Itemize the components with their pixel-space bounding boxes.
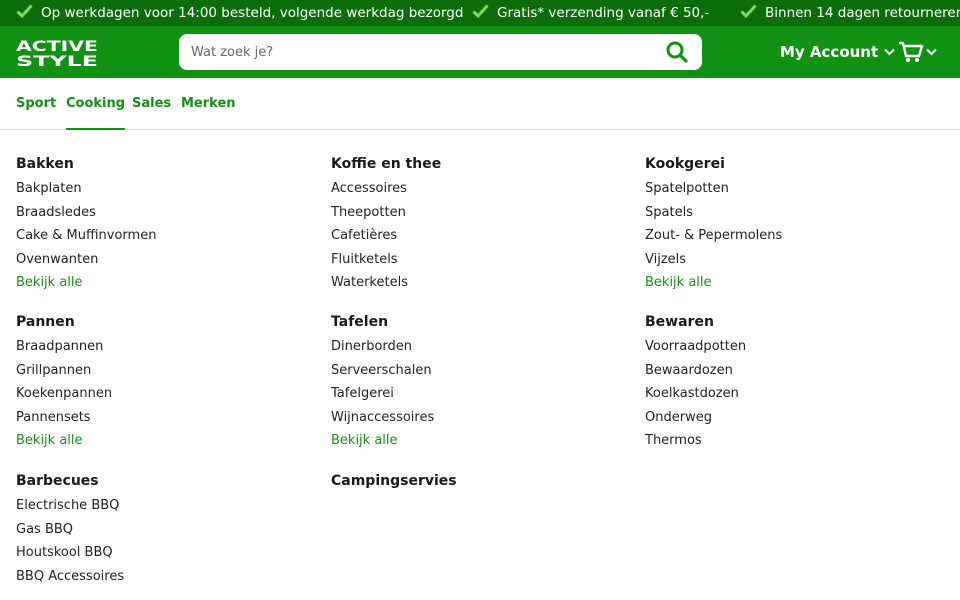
menu-link[interactable]: Fluitketels — [331, 248, 441, 272]
menu-group-title[interactable]: Barbecues — [16, 471, 124, 491]
menu-link[interactable]: Cake & Muffinvormen — [16, 224, 156, 248]
nav-item-cooking[interactable]: Cooking — [66, 78, 126, 130]
view-all-link[interactable]: Bekijk alle — [645, 271, 782, 295]
svg-text:STYLE: STYLE — [16, 54, 98, 68]
menu-link[interactable]: Koekenpannen — [16, 382, 112, 406]
menu-link[interactable]: Thermos — [645, 429, 746, 453]
main-nav: Sport Cooking Sales Merken — [0, 78, 960, 130]
menu-link[interactable]: Spatels — [645, 201, 782, 225]
menu-group-title[interactable]: Bakken — [16, 154, 156, 174]
menu-link[interactable]: Houtskool BBQ — [16, 541, 124, 565]
cart-button[interactable] — [898, 26, 937, 78]
cart-icon — [899, 41, 924, 62]
menu-link[interactable]: Pannensets — [16, 406, 112, 430]
menu-link[interactable]: Serveerschalen — [331, 359, 434, 383]
usp-text: Gratis* verzending vanaf € 50,- — [497, 5, 710, 21]
menu-link[interactable]: Voorraadpotten — [645, 335, 746, 359]
menu-group-barbecues: Barbecues Electrische BBQ Gas BBQ Houtsk… — [16, 471, 124, 588]
nav-item-merken[interactable]: Merken — [181, 78, 236, 129]
menu-link[interactable]: Electrische BBQ — [16, 494, 124, 518]
usp-item: Binnen 14 dagen retourneren — [740, 0, 960, 26]
menu-group-koffie-en-thee: Koffie en thee Accessoires Theepotten Ca… — [331, 154, 441, 295]
menu-group-title[interactable]: Koffie en thee — [331, 154, 441, 174]
menu-group-kookgerei: Kookgerei Spatelpotten Spatels Zout- & P… — [645, 154, 782, 295]
view-all-link[interactable]: Bekijk alle — [16, 271, 156, 295]
menu-link[interactable]: Braadsledes — [16, 201, 156, 225]
usp-bar: Op werkdagen voor 14:00 besteld, volgend… — [0, 0, 960, 26]
svg-text:ACTIVE: ACTIVE — [16, 39, 98, 55]
menu-group-title[interactable]: Pannen — [16, 312, 112, 332]
checkmark-icon — [16, 4, 33, 22]
menu-link[interactable]: Grillpannen — [16, 359, 112, 383]
menu-link[interactable]: Tafelgerei — [331, 382, 434, 406]
menu-link[interactable]: Bakplaten — [16, 177, 156, 201]
checkmark-icon — [472, 4, 489, 22]
menu-link[interactable]: Cafetières — [331, 224, 441, 248]
menu-link[interactable]: BBQ Accessoires — [16, 565, 124, 589]
nav-item-sport[interactable]: Sport — [16, 78, 56, 129]
menu-group-bakken: Bakken Bakplaten Braadsledes Cake & Muff… — [16, 154, 156, 295]
usp-item: Op werkdagen voor 14:00 besteld, volgend… — [16, 0, 463, 26]
menu-link[interactable]: Gas BBQ — [16, 518, 124, 542]
menu-group-title[interactable]: Bewaren — [645, 312, 746, 332]
menu-group-tafelen: Tafelen Dinerborden Serveerschalen Tafel… — [331, 312, 434, 453]
usp-item: Gratis* verzending vanaf € 50,- — [472, 0, 709, 26]
menu-group-title[interactable]: Kookgerei — [645, 154, 782, 174]
menu-group-title[interactable]: Campingservies — [331, 471, 457, 491]
search-icon — [666, 41, 688, 63]
menu-link[interactable]: Vijzels — [645, 248, 782, 272]
search-input[interactable] — [179, 34, 652, 70]
menu-group-title[interactable]: Tafelen — [331, 312, 434, 332]
menu-link[interactable]: Zout- & Pepermolens — [645, 224, 782, 248]
my-account-menu[interactable]: My Account — [780, 26, 895, 78]
account-label: My Account — [780, 43, 879, 61]
menu-link[interactable]: Waterketels — [331, 271, 441, 295]
site-header: ACTIVE STYLE My Account — [0, 26, 960, 78]
chevron-down-icon — [884, 48, 895, 56]
menu-group-pannen: Pannen Braadpannen Grillpannen Koekenpan… — [16, 312, 112, 453]
menu-link[interactable]: Koelkastdozen — [645, 382, 746, 406]
menu-link[interactable]: Dinerborden — [331, 335, 434, 359]
menu-link[interactable]: Ovenwanten — [16, 248, 156, 272]
chevron-down-icon — [926, 48, 937, 56]
menu-link[interactable]: Onderweg — [645, 406, 746, 430]
usp-text: Op werkdagen voor 14:00 besteld, volgend… — [41, 5, 464, 21]
menu-link[interactable]: Braadpannen — [16, 335, 112, 359]
menu-group-campingservies: Campingservies — [331, 471, 457, 491]
menu-link[interactable]: Theepotten — [331, 201, 441, 225]
menu-link[interactable]: Accessoires — [331, 177, 441, 201]
view-all-link[interactable]: Bekijk alle — [16, 429, 112, 453]
checkmark-icon — [740, 4, 757, 22]
menu-link[interactable]: Bewaardozen — [645, 359, 746, 383]
view-all-link[interactable]: Bekijk alle — [331, 429, 434, 453]
search-button[interactable] — [652, 34, 702, 70]
menu-link[interactable]: Wijnaccessoires — [331, 406, 434, 430]
menu-link[interactable]: Spatelpotten — [645, 177, 782, 201]
activestyle-logo[interactable]: ACTIVE STYLE — [16, 38, 100, 68]
usp-text: Binnen 14 dagen retourneren — [765, 5, 960, 21]
nav-item-sales[interactable]: Sales — [132, 78, 171, 129]
menu-group-bewaren: Bewaren Voorraadpotten Bewaardozen Koelk… — [645, 312, 746, 453]
search-bar — [179, 34, 702, 70]
